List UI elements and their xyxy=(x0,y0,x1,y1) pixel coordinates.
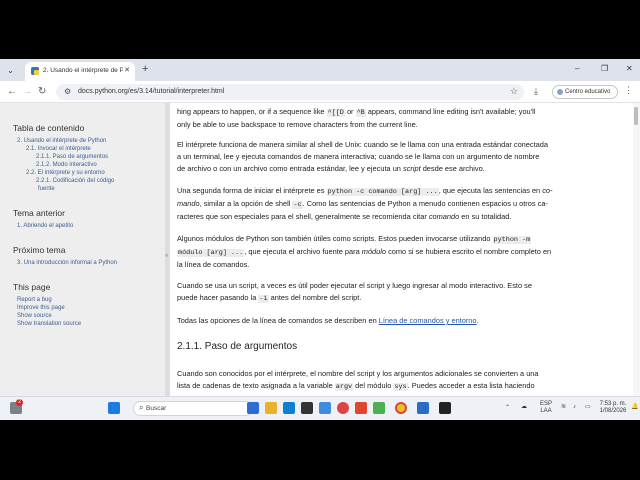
app-icon[interactable] xyxy=(373,402,385,414)
toc-item[interactable]: 2.2.1. Codificación del código xyxy=(13,177,165,185)
toc-item[interactable]: 2.2. El intérprete y su entorno xyxy=(13,169,165,177)
store-icon[interactable] xyxy=(301,402,313,414)
battery-icon[interactable]: ▭ xyxy=(585,404,591,411)
new-tab-button[interactable]: + xyxy=(142,64,148,75)
close-window-button[interactable]: ✕ xyxy=(626,64,633,74)
tab-close-icon[interactable]: ✕ xyxy=(124,66,130,74)
toc-item[interactable]: 2.1. Invocar el intérprete xyxy=(13,145,165,153)
paragraph: El intérprete funciona de manera similar… xyxy=(177,140,548,173)
report-bug-link[interactable]: Report a bug xyxy=(13,296,165,304)
paragraph: Todas las opciones de la línea de comand… xyxy=(177,316,479,325)
paragraph: Algunos módulos de Python son también út… xyxy=(177,234,552,269)
page-viewport: Tabla de contenido 2. Usando el intérpre… xyxy=(0,103,640,420)
tab-strip: ⌄ 2. Usando el intérprete de Python ✕ + … xyxy=(0,59,640,81)
notification-bell-icon[interactable]: 🔔 xyxy=(631,404,638,411)
paragraph: Cuando son conocidos por el intérprete, … xyxy=(177,369,539,391)
menu-kebab-icon[interactable]: ⋮ xyxy=(624,85,633,96)
chrome-icon[interactable] xyxy=(395,402,407,414)
paragraph: Cuando se usa un script, a veces es útil… xyxy=(177,281,532,303)
clock[interactable]: 7:53 p. m. 1/08/2026 xyxy=(598,401,628,415)
sidebar: Tabla de contenido 2. Usando el intérpre… xyxy=(0,103,165,420)
toc-heading: Tabla de contenido xyxy=(13,123,85,133)
reload-icon[interactable]: ↻ xyxy=(38,86,46,98)
opera-icon[interactable] xyxy=(337,402,349,414)
back-arrow-icon[interactable]: ← xyxy=(7,86,17,98)
this-page-heading: This page xyxy=(13,282,51,292)
next-topic-heading: Próximo tema xyxy=(13,245,66,255)
file-explorer-icon[interactable] xyxy=(265,402,277,414)
screen: ⌄ 2. Usando el intérprete de Python ✕ + … xyxy=(0,0,640,480)
vscode-icon[interactable] xyxy=(417,402,429,414)
show-source-link[interactable]: Show source xyxy=(13,312,165,320)
search-label: Buscar xyxy=(146,405,167,412)
main-content: hing appears to happen, or if a sequence… xyxy=(177,103,585,420)
cmdline-env-link[interactable]: Línea de comandos y entorno xyxy=(379,316,477,325)
toc-item[interactable]: 2.1.2. Modo interactivo xyxy=(13,161,165,169)
address-url[interactable]: docs.python.org/es/3.14/tutorial/interpr… xyxy=(78,88,224,95)
forward-arrow-icon[interactable]: → xyxy=(22,86,32,98)
browser-window: ⌄ 2. Usando el intérprete de Python ✕ + … xyxy=(0,59,640,420)
section-heading: 2.1.1. Paso de argumentos xyxy=(177,341,298,352)
toc-item[interactable]: 2. Usando el intérprete de Python xyxy=(13,137,165,145)
improve-page-link[interactable]: Improve this page xyxy=(13,304,165,312)
paragraph: hing appears to happen, or if a sequence… xyxy=(177,107,536,129)
show-translation-link[interactable]: Show translation source xyxy=(13,320,165,328)
wifi-icon[interactable]: ≋ xyxy=(561,404,566,411)
download-icon[interactable]: ⤓ xyxy=(534,86,538,97)
tab-active[interactable]: 2. Usando el intérprete de Python ✕ xyxy=(25,62,135,81)
toc-item[interactable]: fuente xyxy=(13,185,165,193)
address-bar[interactable]: ⚙ docs.python.org/es/3.14/tutorial/inter… xyxy=(56,84,524,100)
terminal-icon[interactable] xyxy=(439,402,451,414)
tray-chevron-icon[interactable]: ⌃ xyxy=(505,405,510,412)
page-scrollbar[interactable] xyxy=(633,103,640,420)
scrollbar-thumb[interactable] xyxy=(634,107,638,125)
toc-list: 2. Usando el intérprete de Python 2.1. I… xyxy=(13,137,165,193)
taskbar: 2 ⌕ Buscar ⌃ ☁ ESP LAA ≋ ♪ ▭ 7:53 p. m. 1/… xyxy=(0,396,640,420)
restore-button[interactable]: ❐ xyxy=(601,64,608,74)
cloud-icon[interactable]: ☁ xyxy=(521,404,527,411)
mail-icon[interactable] xyxy=(319,402,331,414)
brave-icon[interactable] xyxy=(355,402,367,414)
collapse-chevron-icon[interactable]: « xyxy=(165,253,168,259)
prev-topic-heading: Tema anterior xyxy=(13,208,65,218)
notification-badge: 2 xyxy=(16,399,23,406)
site-info-icon[interactable]: ⚙ xyxy=(64,87,71,96)
minimize-button[interactable]: – xyxy=(575,64,579,74)
tab-search-icon[interactable]: ⌄ xyxy=(4,64,17,77)
profile-button[interactable]: Centro educativo xyxy=(552,85,618,99)
language-indicator[interactable]: ESP LAA xyxy=(540,401,552,415)
start-windows-icon[interactable] xyxy=(108,402,120,414)
next-topic-link[interactable]: 3. Una introducción informal a Python xyxy=(13,259,165,267)
tab-title: 2. Usando el intérprete de Python xyxy=(43,67,123,74)
paragraph: Una segunda forma de iniciar el intérpre… xyxy=(177,186,553,221)
python-favicon-icon xyxy=(31,67,39,75)
edge-icon[interactable] xyxy=(283,402,295,414)
prev-topic-link[interactable]: 1. Abriendo el apetito xyxy=(13,222,165,230)
browser-toolbar: ← → ↻ ⚙ docs.python.org/es/3.14/tutorial… xyxy=(0,81,640,103)
task-view-icon[interactable] xyxy=(247,402,259,414)
bookmark-star-icon[interactable]: ☆ xyxy=(510,86,518,97)
volume-icon[interactable]: ♪ xyxy=(573,404,576,411)
search-icon: ⌕ xyxy=(139,403,144,412)
sidebar-collapse-handle[interactable]: « xyxy=(165,103,170,420)
toc-item[interactable]: 2.1.1. Paso de argumentos xyxy=(13,153,165,161)
taskbar-search[interactable]: ⌕ Buscar xyxy=(133,401,253,416)
